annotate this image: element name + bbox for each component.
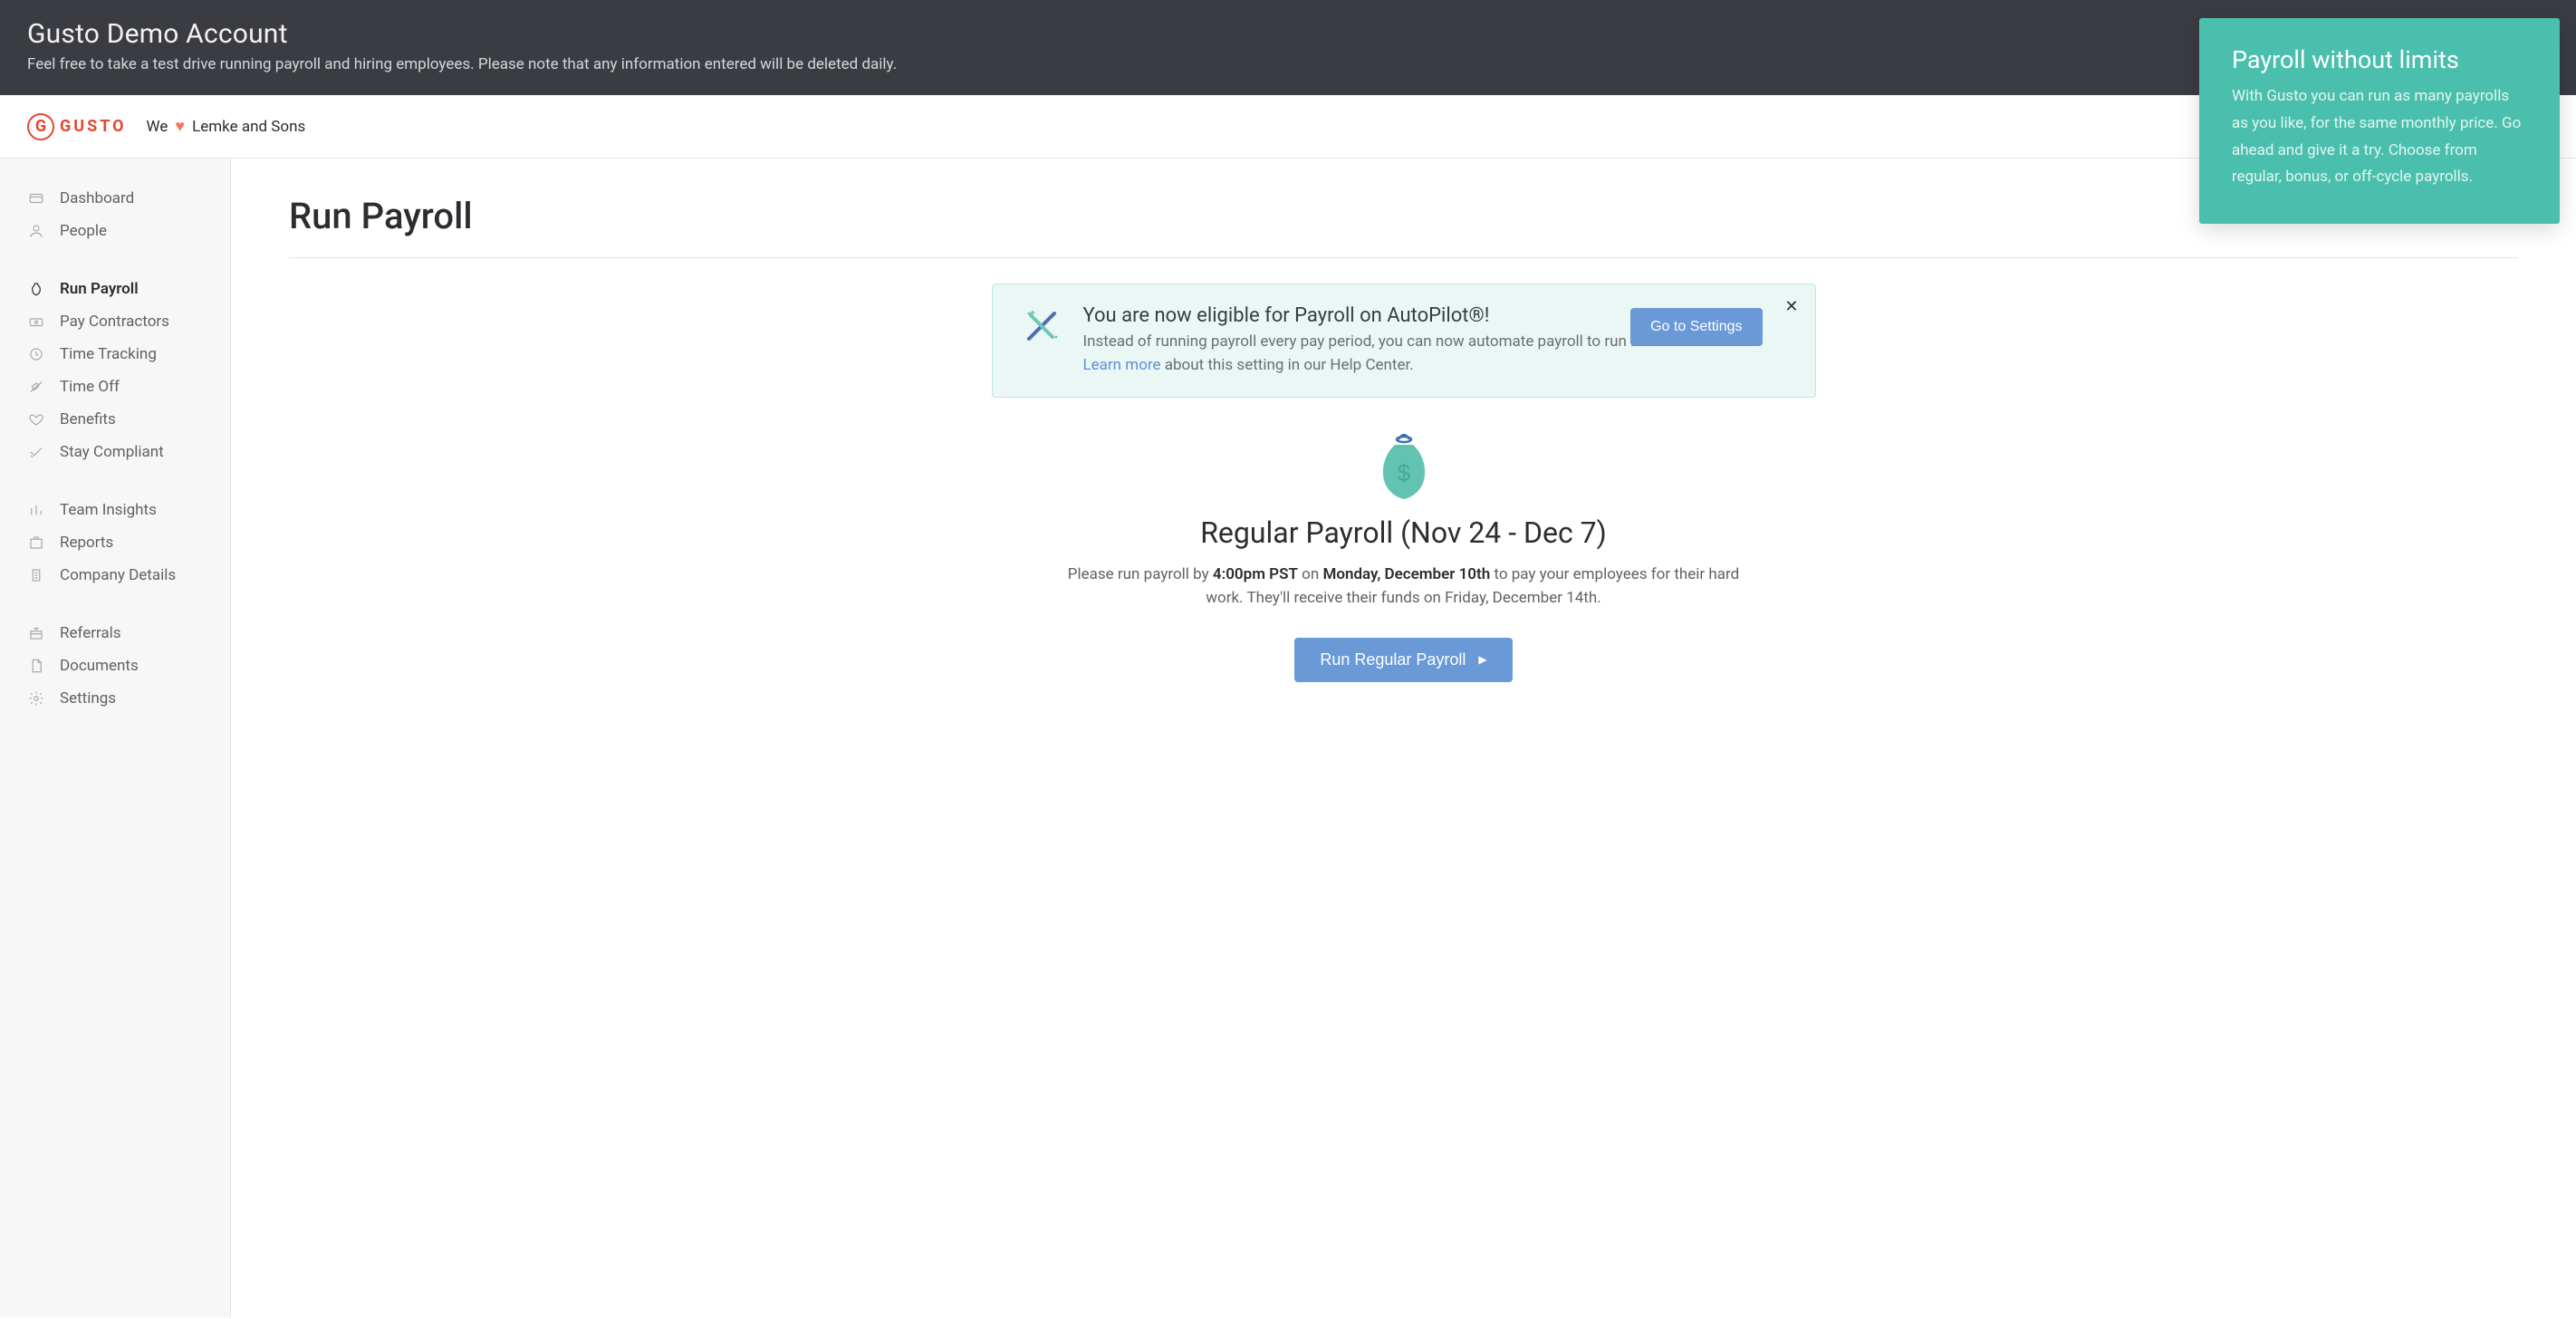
page-title: Run Payroll bbox=[289, 195, 2518, 237]
benefits-icon bbox=[27, 411, 45, 428]
logo-text: GUSTO bbox=[60, 117, 127, 136]
team-insights-icon bbox=[27, 502, 45, 518]
sidebar-item-company-details[interactable]: Company Details bbox=[0, 559, 230, 592]
demo-banner-subtitle: Feel free to take a test drive running p… bbox=[27, 55, 2549, 73]
payroll-title: Regular Payroll (Nov 24 - Dec 7) bbox=[992, 515, 1816, 550]
run-payroll-icon bbox=[27, 281, 45, 297]
sidebar-item-label: Settings bbox=[60, 689, 116, 708]
sidebar-item-run-payroll[interactable]: Run Payroll bbox=[0, 273, 230, 305]
documents-icon bbox=[27, 658, 45, 674]
company-details-icon bbox=[27, 567, 45, 583]
sidebar-item-pay-contractors[interactable]: Pay Contractors bbox=[0, 305, 230, 338]
topbar: G GUSTO We ♥ Lemke and Sons bbox=[0, 95, 2576, 159]
sidebar-item-label: Pay Contractors bbox=[60, 313, 169, 331]
sidebar-item-label: Time Tracking bbox=[60, 345, 157, 363]
pay-contractors-icon bbox=[27, 313, 45, 330]
demo-banner-title: Gusto Demo Account bbox=[27, 18, 2549, 50]
logo[interactable]: G GUSTO bbox=[27, 113, 127, 140]
sidebar-item-people[interactable]: People bbox=[0, 215, 230, 247]
referrals-icon bbox=[27, 625, 45, 641]
sidebar-item-label: Reports bbox=[60, 534, 113, 552]
go-to-settings-button[interactable]: Go to Settings bbox=[1630, 308, 1762, 346]
sidebar-item-settings[interactable]: Settings bbox=[0, 682, 230, 715]
payroll-mid: on bbox=[1298, 565, 1323, 583]
sidebar-item-time-tracking[interactable]: Time Tracking bbox=[0, 338, 230, 371]
popover-title: Payroll without limits bbox=[2232, 45, 2527, 74]
sidebar-item-label: Documents bbox=[60, 657, 139, 675]
sidebar-item-label: Company Details bbox=[60, 566, 176, 584]
demo-banner: Gusto Demo Account Feel free to take a t… bbox=[0, 0, 2576, 95]
payroll-time: 4:00pm PST bbox=[1213, 565, 1298, 583]
sidebar: Dashboard People Run Payroll Pay Contractor… bbox=[0, 159, 231, 1317]
sidebar-item-label: Referrals bbox=[60, 624, 121, 642]
sidebar-item-benefits[interactable]: Benefits bbox=[0, 403, 230, 436]
sidebar-item-reports[interactable]: Reports bbox=[0, 526, 230, 559]
stay-compliant-icon bbox=[27, 444, 45, 460]
sidebar-item-referrals[interactable]: Referrals bbox=[0, 617, 230, 650]
we-text: We bbox=[147, 118, 168, 136]
sidebar-item-label: Dashboard bbox=[60, 189, 134, 207]
time-off-icon bbox=[27, 379, 45, 395]
company-caption: We ♥ Lemke and Sons bbox=[147, 117, 306, 136]
caret-right-icon: ▶ bbox=[1478, 653, 1486, 666]
payroll-desc-before: Please run payroll by bbox=[1068, 565, 1213, 583]
popover-body: With Gusto you can run as many payrolls … bbox=[2232, 83, 2527, 191]
sidebar-item-time-off[interactable]: Time Off bbox=[0, 371, 230, 403]
settings-icon bbox=[27, 690, 45, 707]
sidebar-item-documents[interactable]: Documents bbox=[0, 650, 230, 682]
sidebar-item-label: Benefits bbox=[60, 410, 116, 428]
sidebar-item-label: People bbox=[60, 222, 107, 240]
reports-icon bbox=[27, 534, 45, 551]
payroll-block: $ Regular Payroll (Nov 24 - Dec 7) Pleas… bbox=[992, 428, 1816, 682]
run-button-label: Run Regular Payroll bbox=[1320, 650, 1466, 669]
svg-text:$: $ bbox=[1397, 459, 1410, 486]
payroll-date: Monday, December 10th bbox=[1322, 565, 1490, 583]
notice-body: Instead of running payroll every pay per… bbox=[1083, 331, 1706, 377]
sidebar-item-label: Time Off bbox=[60, 378, 120, 396]
autopilot-icon bbox=[1020, 304, 1063, 351]
notice-close-button[interactable]: ✕ bbox=[1784, 297, 1798, 316]
sidebar-item-label: Stay Compliant bbox=[60, 443, 164, 461]
sidebar-item-dashboard[interactable]: Dashboard bbox=[0, 182, 230, 215]
close-icon: ✕ bbox=[1784, 297, 1798, 315]
notice-learn-more-link[interactable]: Learn more bbox=[1083, 356, 1161, 374]
dashboard-icon bbox=[27, 190, 45, 207]
heart-icon: ♥ bbox=[175, 117, 185, 136]
sidebar-item-team-insights[interactable]: Team Insights bbox=[0, 494, 230, 526]
notice-title: You are now eligible for Payroll on Auto… bbox=[1083, 304, 1706, 327]
sidebar-item-stay-compliant[interactable]: Stay Compliant bbox=[0, 436, 230, 468]
notice-body-before: Instead of running payroll every pay per… bbox=[1083, 332, 1669, 351]
title-rule bbox=[289, 257, 2518, 258]
sidebar-item-label: Team Insights bbox=[60, 501, 157, 519]
payroll-without-limits-popover: Payroll without limits With Gusto you ca… bbox=[2199, 18, 2560, 224]
notice-body-after: about this setting in our Help Center. bbox=[1161, 356, 1414, 374]
company-name: Lemke and Sons bbox=[192, 118, 305, 136]
logo-mark-icon: G bbox=[27, 113, 54, 140]
moneybag-icon: $ bbox=[992, 428, 1816, 508]
time-tracking-icon bbox=[27, 346, 45, 362]
payroll-desc: Please run payroll by 4:00pm PST on Mond… bbox=[1060, 563, 1748, 611]
sidebar-item-label: Run Payroll bbox=[60, 280, 139, 298]
people-icon bbox=[27, 223, 45, 239]
run-regular-payroll-button[interactable]: Run Regular Payroll ▶ bbox=[1294, 638, 1512, 682]
main: Run Payroll You are now eligible for Pay… bbox=[231, 159, 2576, 1317]
autopilot-notice: You are now eligible for Payroll on Auto… bbox=[992, 284, 1816, 398]
